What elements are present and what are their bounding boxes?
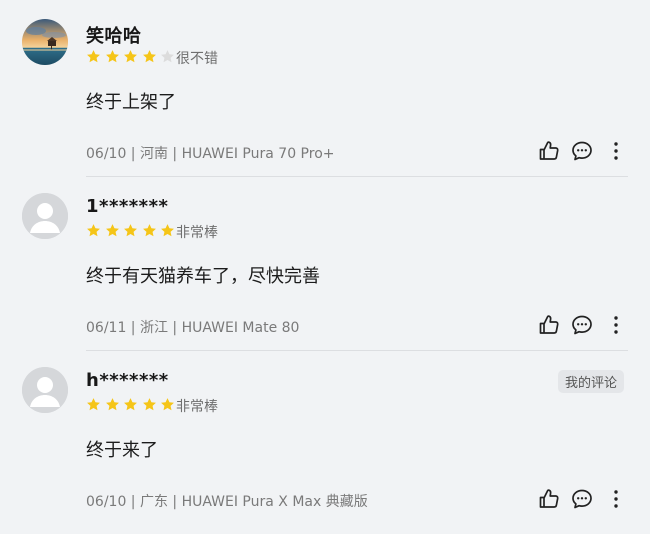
username: h******* <box>86 370 169 391</box>
comment-bubble-icon <box>572 315 592 335</box>
username: 笑哈哈 <box>86 26 142 47</box>
my-review-badge: 我的评论 <box>558 370 625 393</box>
rating-text: 非常棒 <box>176 225 218 241</box>
avatar[interactable] <box>22 19 68 65</box>
comment-button[interactable] <box>569 312 595 338</box>
star-filled-icon <box>160 223 175 238</box>
star-filled-icon <box>142 49 157 64</box>
rating-text: 很不错 <box>176 51 218 67</box>
star-filled-icon <box>142 397 157 412</box>
landscape-photo-avatar-icon <box>22 19 68 65</box>
like-button[interactable] <box>536 138 562 164</box>
comment-bubble-icon <box>572 489 592 509</box>
review-meta: 06/11 | 浙江 | HUAWEI Mate 80 <box>86 320 300 336</box>
comment-bubble-icon <box>572 141 592 161</box>
star-rating <box>86 397 179 413</box>
avatar[interactable] <box>22 193 68 239</box>
like-button[interactable] <box>536 312 562 338</box>
star-filled-icon <box>160 397 175 412</box>
rating-text: 非常棒 <box>176 399 218 415</box>
more-button[interactable] <box>603 312 629 338</box>
review-content: 终于有天猫养车了，尽快完善 <box>86 266 320 287</box>
star-filled-icon <box>86 397 101 412</box>
avatar[interactable] <box>22 367 68 413</box>
review-item: h******* 我的评论 非常棒 终于来了 06/10 | 广东 | HUAW… <box>0 348 650 522</box>
review-content: 终于上架了 <box>86 92 176 113</box>
default-user-avatar-icon <box>22 367 68 413</box>
like-button[interactable] <box>536 486 562 512</box>
thumbs-up-icon <box>539 141 559 160</box>
default-user-avatar-icon <box>22 193 68 239</box>
review-item: 1******* 非常棒 终于有天猫养车了，尽快完善 06/11 | 浙江 | … <box>0 174 650 351</box>
star-filled-icon <box>123 397 138 412</box>
star-filled-icon <box>105 397 120 412</box>
star-filled-icon <box>105 223 120 238</box>
comment-button[interactable] <box>569 138 595 164</box>
more-button[interactable] <box>603 138 629 164</box>
star-filled-icon <box>105 49 120 64</box>
star-rating <box>86 49 179 65</box>
review-item: 笑哈哈 很不错 终于上架了 06/10 | 河南 | HUAWEI Pura 7… <box>0 0 650 177</box>
review-meta: 06/10 | 河南 | HUAWEI Pura 70 Pro+ <box>86 146 335 162</box>
more-button[interactable] <box>603 486 629 512</box>
thumbs-up-icon <box>539 489 559 508</box>
more-vertical-icon <box>614 142 618 160</box>
star-filled-icon <box>86 49 101 64</box>
more-vertical-icon <box>614 316 618 334</box>
star-filled-icon <box>123 223 138 238</box>
more-vertical-icon <box>614 490 618 508</box>
star-rating <box>86 223 179 239</box>
review-meta: 06/10 | 广东 | HUAWEI Pura X Max 典藏版 <box>86 494 368 510</box>
star-filled-icon <box>142 223 157 238</box>
review-content: 终于来了 <box>86 440 158 461</box>
star-empty-icon <box>160 49 175 64</box>
star-filled-icon <box>86 223 101 238</box>
thumbs-up-icon <box>539 315 559 334</box>
comment-button[interactable] <box>569 486 595 512</box>
username: 1******* <box>86 196 169 217</box>
star-filled-icon <box>123 49 138 64</box>
